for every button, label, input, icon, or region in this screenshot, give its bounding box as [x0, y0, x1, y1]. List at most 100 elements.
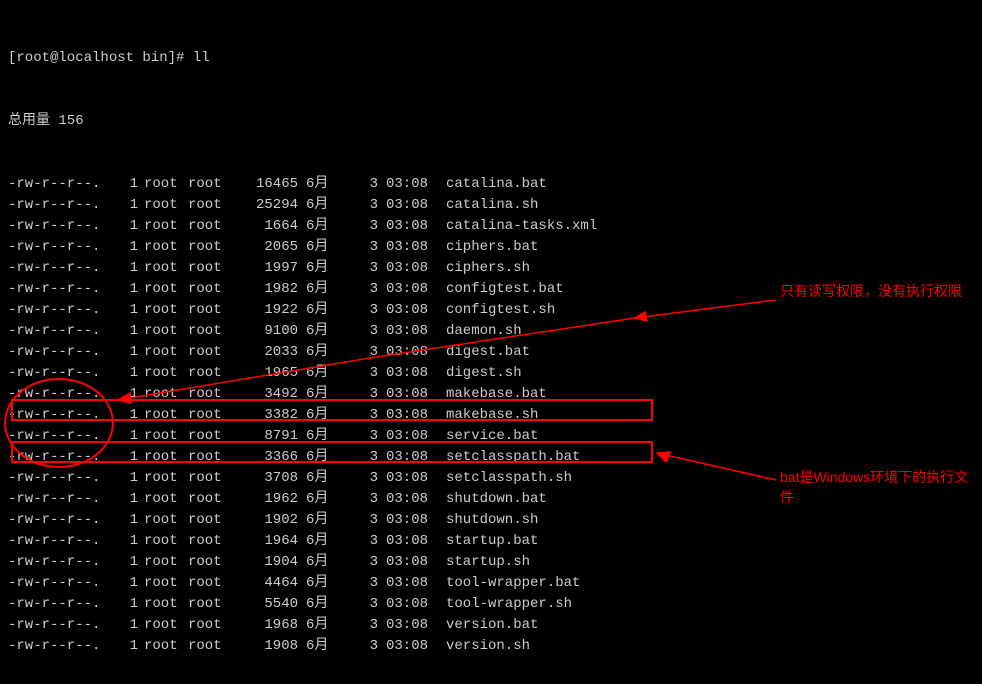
file-owner: root	[138, 174, 188, 195]
file-group: root	[188, 426, 238, 447]
file-permissions: -rw-r--r--.	[8, 573, 118, 594]
file-time: 03:08	[378, 594, 438, 615]
file-day: 3	[338, 447, 378, 468]
file-links: 1	[118, 615, 138, 636]
file-time: 03:08	[378, 279, 438, 300]
file-time: 03:08	[378, 552, 438, 573]
total-label: 总用量 156	[8, 111, 84, 132]
file-name: configtest.bat	[438, 279, 564, 300]
file-size: 1664	[238, 216, 298, 237]
file-time: 03:08	[378, 573, 438, 594]
file-permissions: -rw-r--r--.	[8, 489, 118, 510]
file-owner: root	[138, 510, 188, 531]
table-row: -rw-r--r--.1rootroot19976月303:08ciphers.…	[8, 258, 974, 279]
file-owner: root	[138, 237, 188, 258]
file-time: 03:08	[378, 426, 438, 447]
file-permissions: -rw-r--r--.	[8, 615, 118, 636]
file-group: root	[188, 447, 238, 468]
table-row: -rw-r--r--.1rootroot34926月303:08makebase…	[8, 384, 974, 405]
file-size: 5540	[238, 594, 298, 615]
file-name: digest.sh	[438, 363, 522, 384]
file-day: 3	[338, 405, 378, 426]
file-permissions: -rw-r--r--.	[8, 468, 118, 489]
file-owner: root	[138, 321, 188, 342]
file-name: daemon.sh	[438, 321, 522, 342]
file-day: 3	[338, 615, 378, 636]
file-day: 3	[338, 195, 378, 216]
file-month: 6月	[298, 573, 338, 594]
table-row: -rw-r--r--.1rootroot33666月303:08setclass…	[8, 447, 974, 468]
file-month: 6月	[298, 237, 338, 258]
file-permissions: -rw-r--r--.	[8, 321, 118, 342]
file-day: 3	[338, 573, 378, 594]
file-day: 3	[338, 321, 378, 342]
file-time: 03:08	[378, 405, 438, 426]
table-row: -rw-r--r--.1rootroot19656月303:08digest.s…	[8, 363, 974, 384]
file-day: 3	[338, 531, 378, 552]
file-owner: root	[138, 594, 188, 615]
file-time: 03:08	[378, 468, 438, 489]
table-row: -rw-r--r--.1rootroot44646月303:08tool-wra…	[8, 573, 974, 594]
bat-annotation-text: bat是Windows环境下的执行文件	[780, 469, 968, 505]
file-owner: root	[138, 405, 188, 426]
file-group: root	[188, 342, 238, 363]
file-time: 03:08	[378, 636, 438, 657]
file-month: 6月	[298, 405, 338, 426]
file-time: 03:08	[378, 384, 438, 405]
file-name: tool-wrapper.bat	[438, 573, 580, 594]
terminal-output: [root@localhost bin]# ll 总用量 156 -rw-r--…	[0, 0, 982, 684]
file-links: 1	[118, 174, 138, 195]
file-day: 3	[338, 279, 378, 300]
file-size: 2065	[238, 237, 298, 258]
file-month: 6月	[298, 321, 338, 342]
file-month: 6月	[298, 636, 338, 657]
file-group: root	[188, 405, 238, 426]
file-time: 03:08	[378, 174, 438, 195]
file-links: 1	[118, 489, 138, 510]
file-links: 1	[118, 552, 138, 573]
table-row: -rw-r--r--.1rootroot19226月303:08configte…	[8, 300, 974, 321]
file-links: 1	[118, 510, 138, 531]
file-permissions: -rw-r--r--.	[8, 405, 118, 426]
file-permissions: -rw-r--r--.	[8, 174, 118, 195]
file-permissions: -rw-r--r--.	[8, 447, 118, 468]
file-links: 1	[118, 258, 138, 279]
file-time: 03:08	[378, 300, 438, 321]
file-group: root	[188, 174, 238, 195]
file-time: 03:08	[378, 531, 438, 552]
file-group: root	[188, 321, 238, 342]
file-name: setclasspath.bat	[438, 447, 580, 468]
file-links: 1	[118, 342, 138, 363]
file-group: root	[188, 363, 238, 384]
file-group: root	[188, 615, 238, 636]
file-permissions: -rw-r--r--.	[8, 258, 118, 279]
file-permissions: -rw-r--r--.	[8, 594, 118, 615]
file-name: shutdown.sh	[438, 510, 538, 531]
file-month: 6月	[298, 552, 338, 573]
file-owner: root	[138, 426, 188, 447]
file-permissions: -rw-r--r--.	[8, 384, 118, 405]
file-listing: -rw-r--r--.1rootroot164656月303:08catalin…	[8, 174, 974, 657]
file-name: startup.sh	[438, 552, 530, 573]
file-day: 3	[338, 510, 378, 531]
file-name: ciphers.sh	[438, 258, 530, 279]
file-links: 1	[118, 384, 138, 405]
file-permissions: -rw-r--r--.	[8, 636, 118, 657]
file-day: 3	[338, 552, 378, 573]
file-group: root	[188, 195, 238, 216]
file-owner: root	[138, 342, 188, 363]
table-row: -rw-r--r--.1rootroot20656月303:08ciphers.…	[8, 237, 974, 258]
file-owner: root	[138, 531, 188, 552]
file-day: 3	[338, 489, 378, 510]
file-owner: root	[138, 195, 188, 216]
file-day: 3	[338, 237, 378, 258]
file-size: 9100	[238, 321, 298, 342]
file-name: digest.bat	[438, 342, 530, 363]
file-name: tool-wrapper.sh	[438, 594, 572, 615]
file-permissions: -rw-r--r--.	[8, 237, 118, 258]
permission-annotation: 只有读写权限，没有执行权限	[780, 282, 980, 302]
file-time: 03:08	[378, 216, 438, 237]
file-size: 4464	[238, 573, 298, 594]
file-size: 1965	[238, 363, 298, 384]
file-owner: root	[138, 300, 188, 321]
